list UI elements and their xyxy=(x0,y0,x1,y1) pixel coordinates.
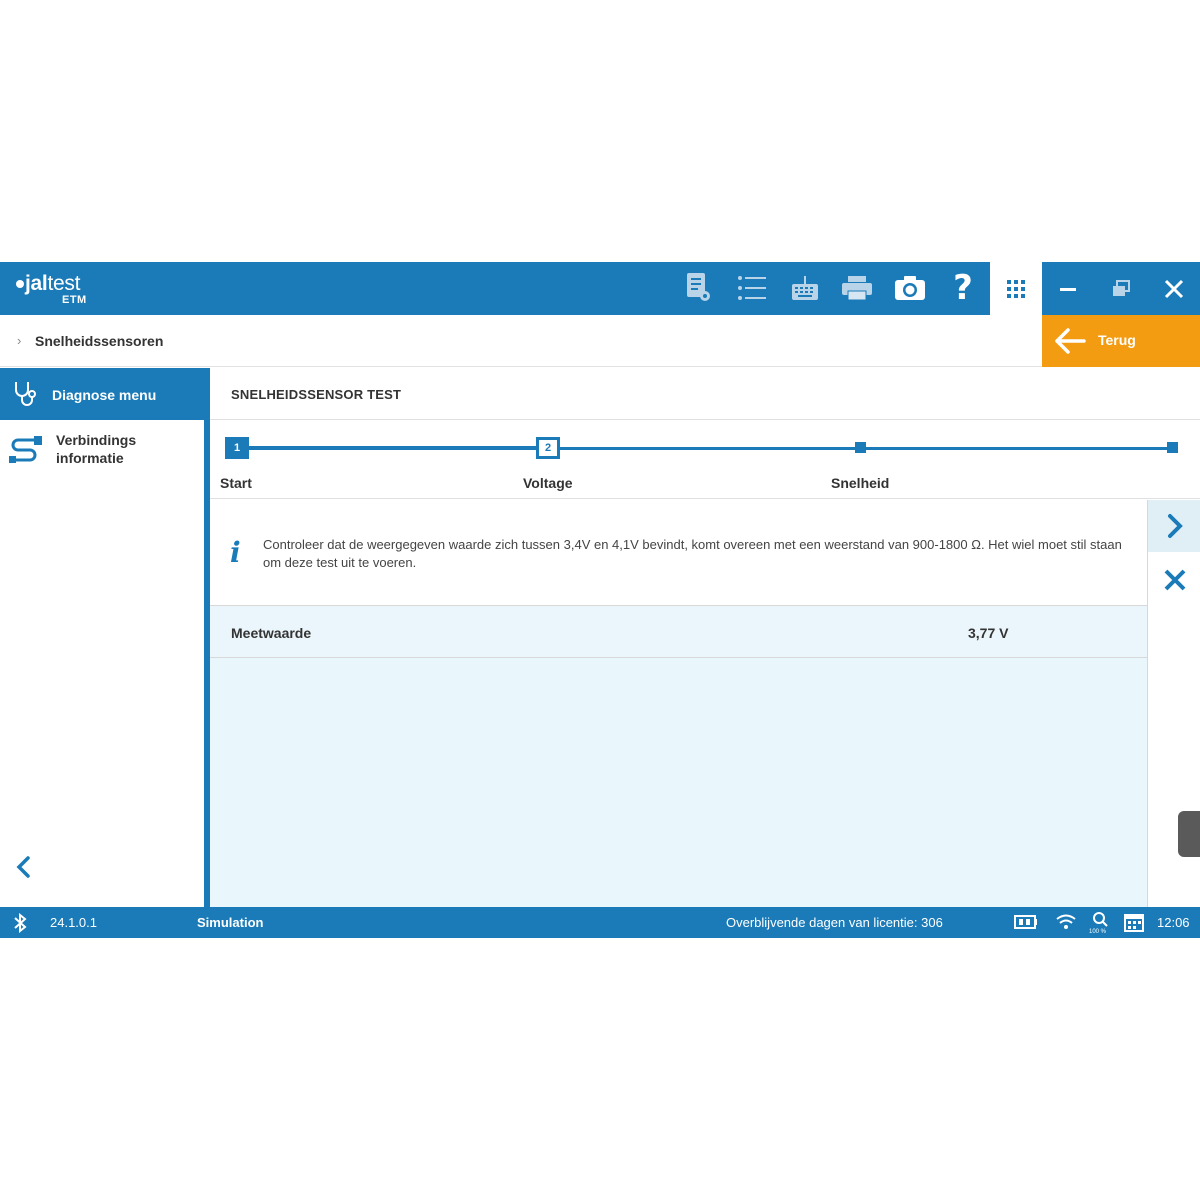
collapse-sidebar-chevron-left-icon[interactable] xyxy=(14,856,34,883)
sidebar-item-label-line2: informatie xyxy=(56,450,124,466)
sidebar-item-verbindings-informatie[interactable]: Verbindings informatie xyxy=(0,426,204,476)
jaltest-logo: jaltest ETM xyxy=(16,272,126,306)
zoom-icon[interactable]: 100 % xyxy=(1089,910,1111,939)
info-message: i Controleer dat de weergegeven waarde z… xyxy=(210,500,1147,606)
bluetooth-icon xyxy=(13,912,27,938)
product-label: ETM xyxy=(62,294,87,306)
zoom-level-text: 100 % xyxy=(1089,929,1107,935)
info-text: Controleer dat de weergegeven waarde zic… xyxy=(263,537,1122,570)
page-title-bar: SNELHEIDSSENSOR TEST xyxy=(210,368,1200,420)
measurement-value: 3,77 V xyxy=(968,625,1009,641)
version-text: 24.1.0.1 xyxy=(50,915,97,930)
step-2-label: Voltage xyxy=(523,475,573,491)
sidebar-item-label-line1: Verbindings xyxy=(56,432,137,448)
step-line-remaining xyxy=(560,447,1172,450)
document-icon[interactable] xyxy=(680,270,716,306)
step-2-marker: 2 xyxy=(536,437,560,459)
sidebar-item-label: Diagnose menu xyxy=(52,387,157,403)
info-icon: i xyxy=(230,536,241,569)
step-1-marker: 1 xyxy=(225,437,249,459)
main-panel: SNELHEIDSSENSOR TEST 1 2 Start Voltage S… xyxy=(210,368,1200,907)
keyboard-icon[interactable] xyxy=(787,270,823,306)
apps-grid-icon[interactable] xyxy=(990,262,1042,315)
step-line-completed xyxy=(236,446,548,450)
step-1-label: Start xyxy=(220,475,252,491)
arrow-left-icon xyxy=(1054,327,1086,360)
list-icon[interactable] xyxy=(734,270,770,306)
chevron-right-icon: › xyxy=(17,333,22,348)
camera-icon[interactable] xyxy=(892,270,928,306)
printer-icon[interactable] xyxy=(839,270,875,306)
step-3-label: Snelheid xyxy=(831,475,890,491)
restore-icon[interactable] xyxy=(1095,262,1147,315)
chevron-right-icon xyxy=(1167,514,1183,538)
sidebar-item-diagnose-menu[interactable]: Diagnose menu xyxy=(0,368,210,420)
back-button[interactable]: Terug xyxy=(1042,315,1200,367)
close-window-icon[interactable] xyxy=(1148,262,1200,315)
measurement-row: Meetwaarde 3,77 V xyxy=(210,606,1147,658)
floating-side-tab[interactable] xyxy=(1178,811,1200,857)
close-icon xyxy=(1164,569,1185,591)
connector-cable-icon xyxy=(8,434,44,471)
step-3-marker xyxy=(855,442,866,453)
back-button-label: Terug xyxy=(1098,332,1136,348)
battery-icon xyxy=(1014,915,1038,934)
next-step-button[interactable] xyxy=(1148,500,1200,552)
page-title: SNELHEIDSSENSOR TEST xyxy=(231,387,402,402)
clock-text: 12:06 xyxy=(1157,915,1190,930)
window-controls xyxy=(1042,262,1200,315)
app-window: jaltest ETM ? › Snelheidssensoren Terug … xyxy=(0,262,1200,938)
status-bar: 24.1.0.1 Simulation Overblijvende dagen … xyxy=(0,907,1200,938)
sidebar: Diagnose menu Verbindings informatie xyxy=(0,368,210,907)
top-toolbar: jaltest ETM ? xyxy=(0,262,990,315)
progress-stepper: 1 2 Start Voltage Snelheid xyxy=(210,421,1200,499)
minimize-icon[interactable] xyxy=(1042,262,1094,315)
cancel-test-button[interactable] xyxy=(1148,554,1200,606)
help-icon[interactable]: ? xyxy=(945,270,981,306)
measurement-label: Meetwaarde xyxy=(231,625,312,641)
mode-text: Simulation xyxy=(197,915,264,930)
calendar-icon[interactable] xyxy=(1124,912,1144,937)
license-text: Overblijvende dagen van licentie: 306 xyxy=(726,915,943,930)
test-content-area: i Controleer dat de weergegeven waarde z… xyxy=(210,500,1147,907)
breadcrumb-current[interactable]: Snelheidssensoren xyxy=(35,333,163,349)
step-4-marker xyxy=(1167,442,1178,453)
stethoscope-icon xyxy=(12,380,38,413)
breadcrumb: › Snelheidssensoren xyxy=(0,315,1042,367)
wifi-icon xyxy=(1055,914,1077,935)
